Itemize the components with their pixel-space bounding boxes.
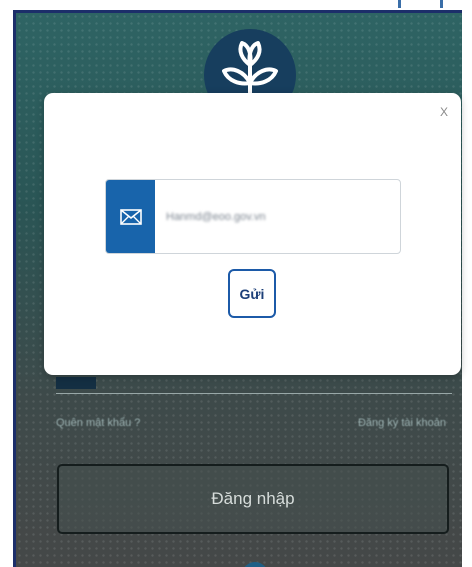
- send-email-modal: X Hanmd@eoo.gov.vn Gửi: [44, 93, 461, 375]
- send-button[interactable]: Gửi: [228, 269, 276, 318]
- envelope-icon: [119, 208, 142, 225]
- email-input-group: Hanmd@eoo.gov.vn: [105, 179, 401, 254]
- email-input[interactable]: Hanmd@eoo.gov.vn: [166, 180, 394, 253]
- send-button-label: Gửi: [239, 285, 265, 302]
- email-icon-box: [106, 180, 155, 253]
- login-button[interactable]: Đăng nhập: [57, 464, 449, 534]
- corner-mark-a: [398, 0, 401, 8]
- bottom-circle-icon: [242, 562, 268, 567]
- close-button[interactable]: X: [440, 105, 448, 119]
- forgot-password-link[interactable]: Quên mật khẩu ?: [56, 417, 140, 429]
- password-field-underline: [56, 377, 452, 394]
- corner-mark-b: [440, 0, 443, 8]
- password-field-indicator: [56, 377, 96, 389]
- register-account-link[interactable]: Đăng ký tài khoản: [358, 417, 446, 429]
- login-button-label: Đăng nhập: [211, 489, 295, 508]
